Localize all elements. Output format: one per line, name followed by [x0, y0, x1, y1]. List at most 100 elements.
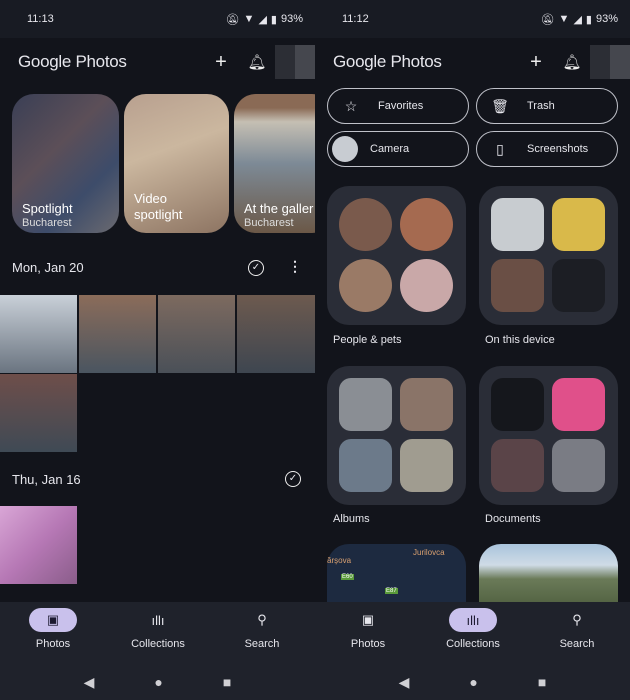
- avatar[interactable]: [590, 45, 630, 79]
- trash-icon: 🗑︎: [491, 97, 509, 114]
- status-bar: 11:13 🔕︎ ▼ ◢ ▮ 93%: [0, 0, 315, 38]
- chip-label: Screenshots: [527, 143, 589, 155]
- select-all-check-icon[interactable]: ✓: [248, 260, 264, 276]
- battery-level: 93%: [280, 13, 303, 25]
- thumb: [491, 198, 544, 251]
- chip-favorites[interactable]: ☆ Favorites: [327, 88, 469, 124]
- nav-label: Collections: [131, 638, 185, 650]
- collections-icon: ıllı: [449, 608, 497, 632]
- photo-thumb[interactable]: [0, 295, 77, 373]
- nav-label: Photos: [350, 638, 386, 650]
- home-icon[interactable]: ●: [469, 674, 477, 691]
- battery-level: 93%: [595, 13, 618, 25]
- thumb: [400, 378, 453, 431]
- app-logo: Google Photos: [333, 52, 518, 72]
- collection-label: Albums: [333, 513, 370, 525]
- photo-thumb[interactable]: [79, 295, 156, 373]
- thumb: [491, 439, 544, 492]
- nav-label: Photos: [35, 638, 71, 650]
- more-options-icon[interactable]: ⋮: [288, 258, 302, 275]
- back-icon[interactable]: ◀: [399, 674, 410, 691]
- map-road-label: E60: [341, 574, 354, 580]
- camera-thumb: [332, 136, 358, 162]
- search-icon: ⚲: [572, 612, 582, 627]
- logo-photos: Photos: [75, 52, 127, 71]
- photo-icon: ▣: [361, 612, 375, 627]
- memory-card[interactable]: Spotlight Bucharest: [12, 94, 119, 233]
- thumb: [491, 378, 544, 431]
- collection-people-pets[interactable]: [327, 186, 466, 325]
- map-road-label: E87: [385, 588, 398, 594]
- collection-label: People & pets: [333, 334, 402, 346]
- nav-search[interactable]: ⚲ Search: [217, 608, 307, 650]
- person-thumb: [400, 198, 453, 251]
- recents-icon[interactable]: ■: [223, 674, 231, 691]
- nav-label: Search: [559, 638, 595, 650]
- app-bar: Google Photos + 🔔︎: [315, 42, 630, 82]
- memory-card[interactable]: Video spotlight: [124, 94, 229, 233]
- photo-icon: ▣: [29, 608, 77, 632]
- select-all-check-icon[interactable]: ✓: [285, 471, 301, 487]
- memory-title: Spotlight: [22, 201, 73, 216]
- phone-icon: ▯: [496, 140, 504, 157]
- chip-label: Camera: [370, 143, 410, 155]
- logo-google: Google: [333, 52, 387, 71]
- signal-icon: ◢: [258, 13, 267, 26]
- add-icon[interactable]: +: [203, 51, 239, 74]
- map-label: ărșova: [327, 556, 352, 565]
- battery-icon: ▮: [585, 13, 592, 26]
- status-time: 11:12: [342, 13, 369, 25]
- person-thumb: [339, 198, 392, 251]
- battery-icon: ▮: [270, 13, 277, 26]
- person-thumb: [400, 259, 453, 312]
- recents-icon[interactable]: ■: [538, 674, 546, 691]
- collection-albums[interactable]: [327, 366, 466, 505]
- collection-documents[interactable]: [479, 366, 618, 505]
- search-icon: ⚲: [257, 612, 267, 627]
- add-icon[interactable]: +: [518, 51, 554, 74]
- chip-label: Trash: [527, 100, 555, 112]
- star-icon: ☆: [344, 97, 358, 114]
- thumb: [491, 259, 544, 312]
- status-bar: 11:12 🔕︎ ▼ ◢ ▮ 93%: [315, 0, 630, 38]
- mute-icon: 🔕︎: [540, 13, 555, 26]
- bell-icon[interactable]: 🔔︎: [239, 53, 275, 71]
- nav-photos[interactable]: ▣ Photos: [8, 608, 98, 650]
- memory-title: At the galler: [244, 201, 314, 216]
- memory-title: Video spotlight: [134, 191, 183, 222]
- collection-label: On this device: [485, 334, 555, 346]
- memory-card[interactable]: At the galler Bucharest: [234, 94, 315, 233]
- person-thumb: [339, 259, 392, 312]
- photos-screen: 11:13 🔕︎ ▼ ◢ ▮ 93% Google Photos + 🔔︎ Spotli…: [0, 0, 315, 700]
- photo-thumb[interactable]: [0, 374, 77, 452]
- app-bar: Google Photos + 🔔︎: [0, 42, 315, 82]
- nav-collections[interactable]: ıllı Collections: [113, 608, 203, 651]
- status-time: 11:13: [27, 13, 54, 25]
- chip-label: Favorites: [378, 100, 424, 112]
- photo-thumb[interactable]: [0, 506, 77, 584]
- signal-icon: ◢: [573, 13, 582, 26]
- memory-subtitle: Bucharest: [22, 217, 72, 229]
- thumb: [339, 378, 392, 431]
- nav-collections[interactable]: ıllı Collections: [428, 608, 518, 650]
- avatar[interactable]: [275, 45, 315, 79]
- thumb: [552, 439, 605, 492]
- back-icon[interactable]: ◀: [84, 674, 95, 691]
- collections-screen: 11:12 🔕︎ ▼ ◢ ▮ 93% Google Photos + 🔔︎ ☆ Favor…: [315, 0, 630, 700]
- nav-photos[interactable]: ▣ Photos: [323, 608, 413, 650]
- collections-icon: ıllı: [151, 612, 165, 628]
- thumb: [339, 439, 392, 492]
- chip-screenshots[interactable]: ▯ Screenshots: [476, 131, 618, 167]
- nav-search[interactable]: ⚲ Search: [532, 608, 622, 650]
- app-logo: Google Photos: [18, 52, 203, 72]
- system-nav: ◀ ● ■: [315, 674, 630, 691]
- photo-thumb[interactable]: [237, 295, 315, 373]
- photo-thumb[interactable]: [158, 295, 235, 373]
- bell-icon[interactable]: 🔔︎: [554, 53, 590, 71]
- logo-google: Google: [18, 52, 72, 71]
- wifi-icon: ▼: [243, 13, 255, 25]
- chip-trash[interactable]: 🗑︎ Trash: [476, 88, 618, 124]
- home-icon[interactable]: ●: [154, 674, 162, 691]
- chip-camera[interactable]: Camera: [327, 131, 469, 167]
- collection-on-this-device[interactable]: [479, 186, 618, 325]
